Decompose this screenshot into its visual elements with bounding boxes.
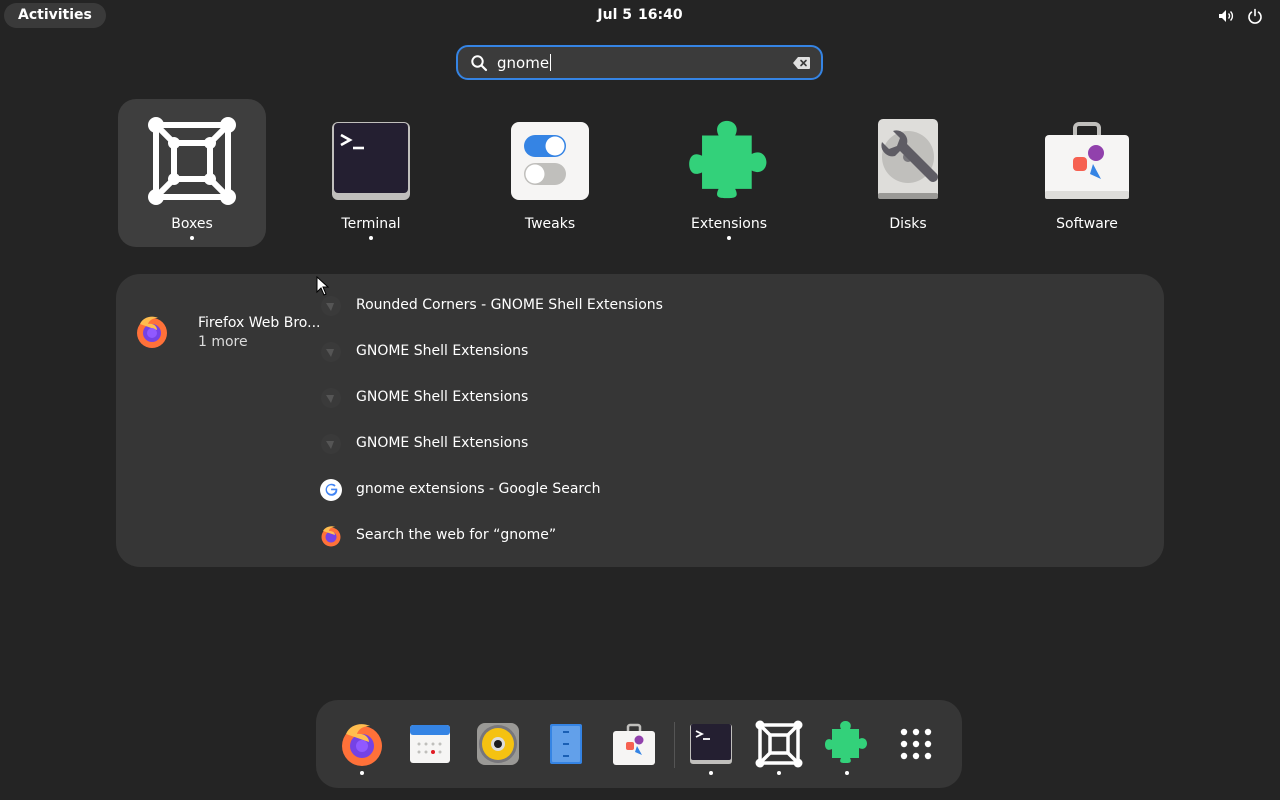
dock-software[interactable] [610, 720, 658, 768]
running-indicator [845, 771, 849, 775]
result-label: GNOME Shell Extensions [356, 435, 529, 451]
clock-date: Jul 5 [597, 7, 632, 23]
app-result-terminal[interactable]: Terminal [297, 99, 445, 247]
result-label: gnome extensions - Google Search [356, 481, 601, 497]
app-result-disks[interactable]: Disks [834, 99, 982, 247]
rhythmbox-icon [474, 720, 522, 772]
files-icon [542, 720, 590, 772]
firefox-icon [320, 525, 342, 547]
text-caret [550, 54, 552, 71]
app-label: Disks [889, 216, 927, 232]
result-item[interactable]: GNOME Shell Extensions [316, 429, 1016, 459]
result-item[interactable]: Search the web for “gnome” [316, 521, 1016, 551]
provider-more[interactable]: 1 more [198, 334, 248, 350]
gnome-extensions-site-icon [320, 433, 342, 455]
result-label: GNOME Shell Extensions [356, 389, 529, 405]
extensions-icon [685, 117, 773, 205]
dock-files[interactable] [542, 720, 590, 768]
search-input[interactable]: gnome [497, 54, 552, 72]
result-item[interactable]: Rounded Corners - GNOME Shell Extensions [316, 291, 1016, 321]
gnome-extensions-site-icon [320, 341, 342, 363]
search-results-panel: Firefox Web Bro... 1 more Rounded Corner… [116, 274, 1164, 567]
mouse-pointer-icon [316, 275, 330, 300]
app-label: Terminal [341, 216, 401, 232]
calendar-icon [406, 720, 454, 772]
dock-calendar[interactable] [406, 720, 454, 768]
google-icon [320, 479, 342, 501]
app-result-tweaks[interactable]: Tweaks [476, 99, 624, 247]
boxes-icon [755, 720, 803, 772]
app-label: Software [1056, 216, 1118, 232]
result-label: GNOME Shell Extensions [356, 343, 529, 359]
app-label: Tweaks [524, 216, 576, 232]
volume-icon[interactable] [1216, 6, 1236, 26]
dock-boxes[interactable] [755, 720, 803, 775]
clock-time: 16:40 [638, 7, 683, 23]
result-item[interactable]: GNOME Shell Extensions [316, 337, 1016, 367]
result-label: Search the web for “gnome” [356, 527, 557, 543]
app-result-software[interactable]: Software [1013, 99, 1161, 247]
dock-terminal[interactable] [687, 720, 735, 775]
app-label: Boxes [171, 216, 213, 232]
extensions-icon [823, 720, 871, 772]
clock[interactable]: Jul 5 16:40 [0, 7, 1280, 23]
result-item[interactable]: gnome extensions - Google Search [316, 475, 1016, 505]
firefox-icon [338, 720, 386, 772]
running-indicator [727, 236, 731, 240]
terminal-icon [327, 117, 415, 205]
search-text: gnome [497, 54, 550, 72]
running-indicator [190, 236, 194, 240]
app-label: Extensions [690, 216, 768, 232]
software-icon [610, 720, 658, 772]
result-item[interactable]: GNOME Shell Extensions [316, 383, 1016, 413]
boxes-icon [148, 117, 236, 205]
dock-separator [674, 722, 675, 768]
terminal-icon [687, 720, 735, 772]
tweaks-icon [506, 117, 594, 205]
provider-name: Firefox Web Bro... [198, 315, 321, 331]
app-result-boxes[interactable]: Boxes [118, 99, 266, 247]
result-label: Rounded Corners - GNOME Shell Extensions [356, 297, 663, 313]
clear-icon[interactable] [793, 55, 811, 74]
dash [316, 700, 962, 788]
power-icon[interactable] [1245, 6, 1265, 26]
disks-icon [864, 117, 952, 205]
running-indicator [709, 771, 713, 775]
running-indicator [777, 771, 781, 775]
dock-show-apps[interactable] [892, 720, 940, 768]
search-entry[interactable]: gnome [456, 45, 823, 80]
gnome-extensions-site-icon [320, 387, 342, 409]
firefox-icon [134, 314, 170, 350]
running-indicator [369, 236, 373, 240]
search-icon [470, 54, 488, 76]
dock-firefox[interactable] [338, 720, 386, 775]
running-indicator [360, 771, 364, 775]
app-grid-icon [892, 720, 940, 772]
dock-rhythmbox[interactable] [474, 720, 522, 768]
app-result-extensions[interactable]: Extensions [655, 99, 803, 247]
software-icon [1043, 117, 1131, 205]
top-bar: Activities Jul 5 16:40 [0, 0, 1280, 32]
dock-extensions[interactable] [823, 720, 871, 775]
